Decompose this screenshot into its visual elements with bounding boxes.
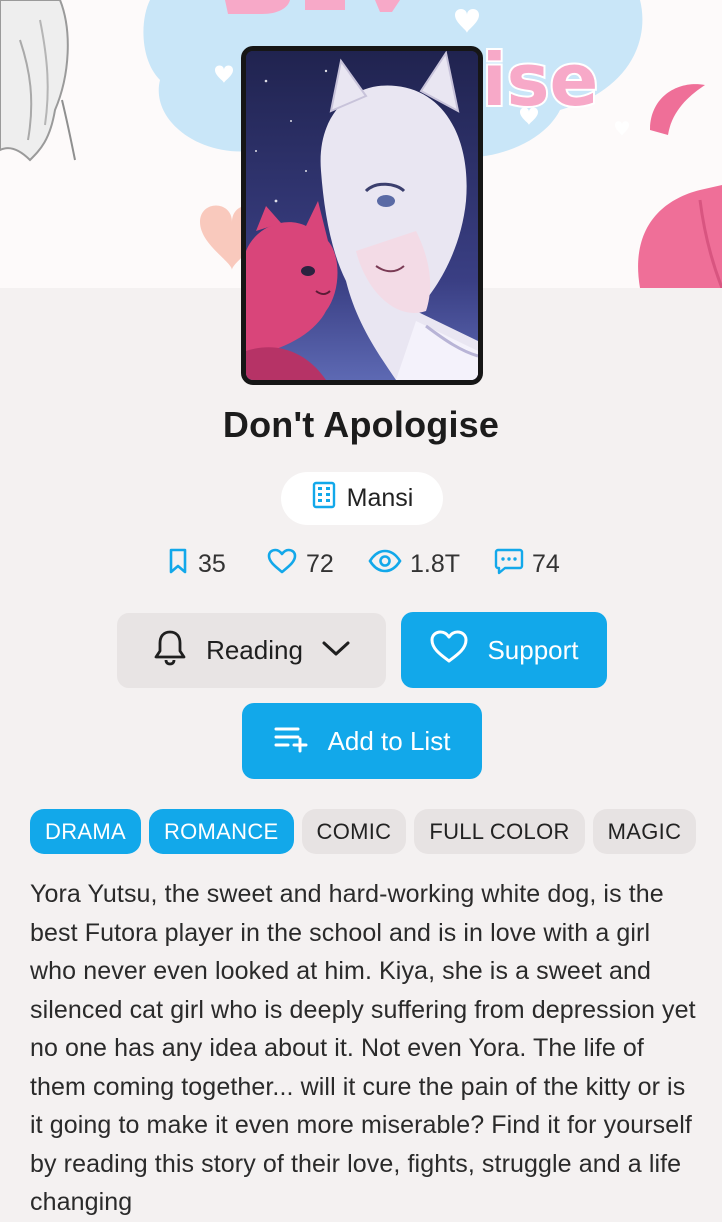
genre-tags: DRAMA ROMANCE COMIC FULL COLOR MAGIC — [30, 809, 722, 854]
add-to-list-button[interactable]: Add to List — [242, 703, 482, 779]
eye-icon — [368, 548, 402, 581]
bell-icon — [152, 628, 188, 673]
heart-icon — [266, 547, 298, 582]
bookmark-icon — [166, 547, 190, 582]
reading-status-dropdown[interactable]: Reading — [117, 613, 386, 688]
building-icon — [311, 481, 337, 516]
stat-comments: 74 — [494, 544, 560, 584]
support-button[interactable]: Support — [401, 612, 607, 688]
tag-magic[interactable]: MAGIC — [592, 809, 697, 854]
comment-count: 74 — [532, 549, 560, 578]
tag-comic[interactable]: COMIC — [301, 809, 407, 854]
tag-drama[interactable]: DRAMA — [30, 809, 141, 854]
view-count: 1.8T — [410, 549, 461, 578]
author-name: Mansi — [346, 484, 414, 512]
stat-bookmarks: 35 — [166, 544, 226, 584]
author-pill[interactable]: Mansi — [281, 472, 443, 525]
cover-artwork — [246, 51, 478, 380]
tag-romance[interactable]: ROMANCE — [148, 809, 294, 854]
svg-text:ise: ise — [482, 38, 598, 122]
stat-likes: 72 — [266, 544, 334, 584]
support-label: Support — [487, 634, 579, 665]
story-title: Don't Apologise — [222, 404, 500, 445]
story-stats: 35 72 1.8T 74 — [0, 544, 722, 584]
story-cover[interactable] — [241, 46, 483, 385]
bookmark-count: 35 — [198, 549, 226, 578]
chevron-down-icon — [321, 635, 351, 666]
comment-icon — [494, 547, 524, 582]
like-count: 72 — [306, 549, 334, 578]
heart-icon — [429, 629, 469, 672]
reading-status-label: Reading — [206, 635, 303, 665]
story-description: Yora Yutsu, the sweet and hard-working w… — [30, 880, 696, 1216]
tag-full-color[interactable]: FULL COLOR — [414, 809, 585, 854]
playlist-add-icon — [274, 723, 310, 760]
add-to-list-label: Add to List — [327, 725, 451, 756]
stat-views: 1.8T — [368, 544, 460, 584]
